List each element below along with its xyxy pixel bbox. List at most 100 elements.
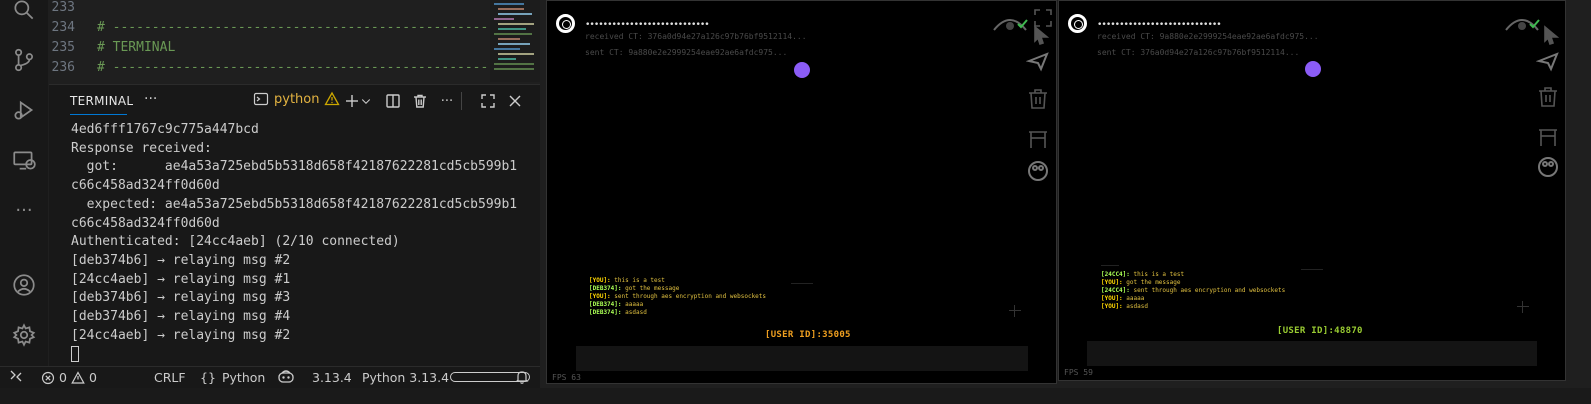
problems-indicator[interactable]: 0 0 [41,370,97,385]
maximize-panel-icon[interactable] [479,92,497,110]
pointer-icon[interactable] [1539,23,1563,47]
code-line: 236 # -----------------------------------… [51,60,520,75]
gate-icon[interactable] [1536,125,1560,149]
taskbar-strip [0,388,1591,404]
terminal-output[interactable]: 4ed6fff1767c9c775a447bcd Response receive… [71,121,517,345]
copilot-icon[interactable] [277,369,295,388]
received-ciphertext: received CT: 9a880e2e2999254eae92ae6afdc… [1097,32,1319,41]
terminal-line: [deb374b6] → relaying msg #4 [71,309,291,325]
crosshair-icon [1009,305,1021,317]
chat-message: [YOU]: aaaaa [1101,295,1145,302]
chat-input[interactable] [1087,341,1537,366]
send-icon[interactable] [1025,49,1050,73]
trash-icon[interactable] [1536,85,1560,109]
send-icon[interactable] [1535,49,1560,73]
trash-icon[interactable] [411,92,429,110]
python-version[interactable]: 3.13.4 [312,370,352,385]
user-id-label: [USER ID]:48870 [1277,326,1363,336]
pointer-icon[interactable] [1029,23,1053,47]
palette-icon[interactable] [1026,159,1050,183]
player-dot [1305,61,1321,77]
terminal-line: [deb374b6] → relaying msg #2 [71,252,291,268]
minimap[interactable] [490,0,540,82]
split-terminal-icon[interactable] [384,92,402,110]
chat-message: [YOU]: sent through aes encryption and w… [589,293,767,300]
terminal-line: [24cc4aeb] → relaying msg #2 [71,327,291,343]
warning-icon [324,91,341,106]
code-editor[interactable]: 233 234 # -------------------------------… [49,0,540,82]
terminal-line: [24cc4aeb] → relaying msg #1 [71,271,291,287]
close-panel-icon[interactable] [506,92,524,110]
activity-bar: ··· [0,0,48,366]
game-window-1[interactable]: •••••••••••••••••••••••••••• received CT… [546,0,1057,384]
connection-status-icon [993,19,1028,31]
game-window-2[interactable]: •••••••••••••••••••••••••••• received CT… [1058,0,1566,381]
tab-terminal[interactable]: TERMINAL [70,94,133,108]
received-ciphertext: received CT: 376a0d94e27a126c97b76bf9512… [585,32,807,41]
chat-log: [YOU]: this is a test [DEB374]: got the … [589,277,766,317]
connection-status-icon [1505,19,1540,31]
palette-icon[interactable] [1536,155,1560,179]
code-line: 234 # -----------------------------------… [51,20,520,35]
gate-icon[interactable] [1026,127,1050,151]
notifications-bell-icon[interactable] [514,369,530,388]
separator [1101,265,1119,266]
active-tab-indicator [70,114,127,115]
more-icon[interactable]: ··· [10,196,38,224]
chat-message: [YOU]: got the message [1101,279,1181,286]
terminal-icon [253,92,269,106]
terminal-line: Response received: [71,140,212,156]
terminal-line: got: ae4a53a725ebd5b5318d658f42187622281… [71,159,518,175]
code-line: 235 # TERMINAL [51,40,176,55]
fps-counter: FPS 63 [552,373,581,382]
game-title: •••••••••••••••••••••••••••• [1097,20,1222,30]
warning-icon [71,370,85,384]
new-terminal-plus-icon[interactable] [343,92,361,110]
separator [791,283,813,284]
language-mode[interactable]: Python [222,370,265,385]
terminal-line: c66c458ad324ff0d60d [71,178,220,194]
separator [1301,269,1323,270]
code-line: 233 [51,0,75,15]
source-control-icon[interactable] [10,46,38,74]
chat-log: [24CC4]: this is a test [YOU]: got the m… [1101,271,1285,311]
user-id-label: [USER ID]:35005 [765,330,851,340]
crosshair-icon [1517,301,1529,313]
chevron-down-icon[interactable] [360,92,372,110]
error-count: 0 [59,370,67,385]
chat-message: [DEB374]: aaaaa [589,301,644,308]
chat-input[interactable] [576,346,1028,371]
terminal-selector[interactable]: python [253,91,341,107]
terminal-cursor [71,346,79,362]
eol-indicator[interactable]: CRLF [154,370,186,385]
terminal-panel: TERMINAL ··· python ··· 4ed6fff1767c9c77… [49,84,540,366]
game-title: •••••••••••••••••••••••••••• [585,20,710,30]
error-icon [41,371,55,384]
trash-icon[interactable] [1026,87,1050,111]
remote-indicator-icon[interactable] [8,368,24,387]
sent-ciphertext: sent CT: 376a0d94e27a126c97b76bf9512114.… [1097,48,1300,57]
terminal-line: Authenticated: [24cc4aeb] (2/10 connecte… [71,234,400,250]
toolbar-divider [461,92,462,110]
status-bar: 0 0 CRLF {} Python 3.13.4 Python 3.13.4 [0,366,540,388]
account-icon[interactable] [10,271,38,299]
chat-message: [DEB374]: got the message [589,285,680,292]
chat-message: [DEB374]: asdasd [589,309,647,316]
terminal-more-icon[interactable]: ··· [438,92,456,110]
chat-message: [YOU]: this is a test [589,277,665,284]
panel-more-button[interactable]: ··· [144,91,157,107]
run-debug-icon[interactable] [10,96,38,124]
remote-explorer-icon[interactable] [10,146,38,174]
terminal-line: 4ed6fff1767c9c775a447bcd [71,122,259,137]
chat-message: [24CC4]: sent through aes encryption and… [1101,287,1286,294]
sent-ciphertext: sent CT: 9a880e2e2999254eae92ae6afdc975.… [585,48,788,57]
player-dot [794,62,810,78]
search-icon[interactable] [10,0,38,24]
chat-message: [YOU]: asdasd [1101,303,1148,310]
game-logo-icon [1068,14,1087,33]
terminal-line: expected: ae4a53a725ebd5b5318d658f421876… [71,196,518,212]
settings-gear-icon[interactable] [10,321,38,349]
terminal-line: [deb374b6] → relaying msg #3 [71,290,291,306]
fps-counter: FPS 59 [1064,368,1093,377]
python-interpreter[interactable]: Python 3.13.4 [362,370,449,385]
